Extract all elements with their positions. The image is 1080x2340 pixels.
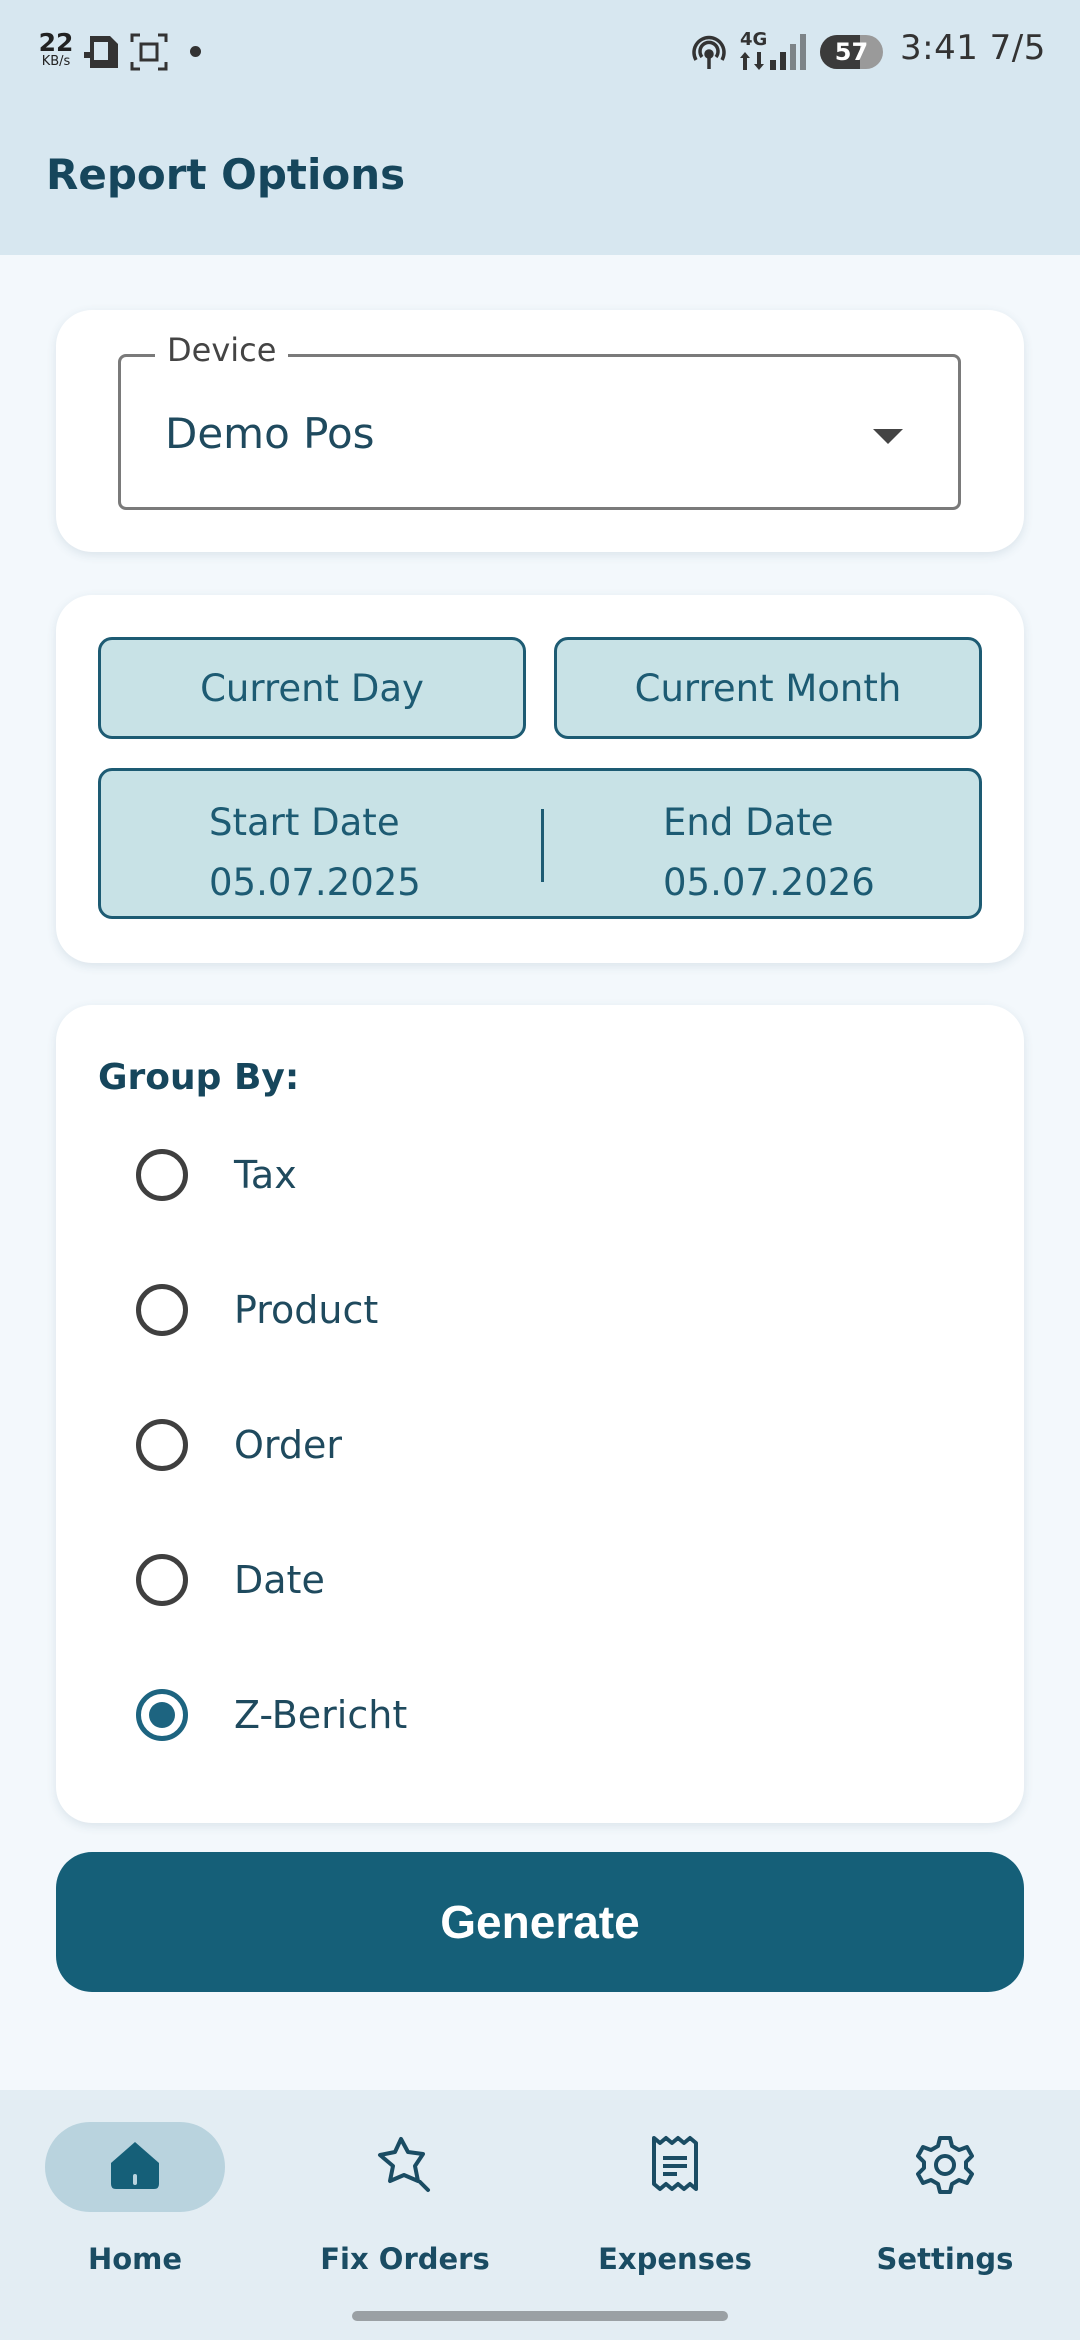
app-root: 22 KB/s 4G 57 3:41 7/5 Report Options De… — [0, 0, 1080, 2340]
radio-label: Product — [234, 1288, 379, 1332]
receipt-icon — [646, 2134, 704, 2200]
radio-button[interactable] — [136, 1419, 188, 1471]
nav-label-expenses: Expenses — [598, 2242, 752, 2276]
radio-label: Tax — [234, 1153, 297, 1197]
group-by-card: Group By: Tax Product Order Date Z-Beric… — [56, 1005, 1024, 1823]
gesture-home-bar[interactable] — [352, 2311, 728, 2321]
group-option-date[interactable]: Date — [136, 1530, 325, 1630]
device-field-label: Device — [155, 331, 289, 369]
page-title: Report Options — [46, 150, 406, 199]
battery-level: 57 — [834, 38, 869, 66]
radio-label: Order — [234, 1423, 342, 1467]
top-app-bar: 22 KB/s 4G 57 3:41 7/5 Report Options — [0, 0, 1080, 255]
gear-icon — [914, 2134, 976, 2200]
date-range-picker[interactable]: Start Date 05.07.2025 End Date 05.07.202… — [98, 768, 982, 919]
status-time: 3:41 7/5 — [900, 28, 1046, 68]
start-date-value: 05.07.2025 — [209, 861, 421, 904]
nav-item-fix-orders[interactable]: Fix Orders — [295, 2122, 515, 2276]
status-date: 7/5 — [989, 28, 1046, 68]
end-date: End Date 05.07.2026 — [663, 793, 875, 913]
hotspot-icon — [690, 32, 728, 76]
nav-label-fix-orders: Fix Orders — [320, 2242, 490, 2276]
device-selected-value: Demo Pos — [165, 409, 375, 458]
battery-icon: 57 — [820, 35, 883, 69]
nav-item-expenses[interactable]: Expenses — [565, 2122, 785, 2276]
bottom-navigation: Home Fix Orders Expenses Settings — [0, 2090, 1080, 2340]
nav-label-settings: Settings — [876, 2242, 1014, 2276]
radio-button[interactable] — [136, 1149, 188, 1201]
current-day-button[interactable]: Current Day — [98, 637, 526, 739]
start-date: Start Date 05.07.2025 — [209, 793, 421, 913]
radio-button[interactable] — [136, 1284, 188, 1336]
radio-button-selected[interactable] — [136, 1689, 188, 1741]
network-type-label: 4G — [740, 29, 768, 50]
home-icon — [106, 2136, 164, 2198]
device-card: Device Demo Pos — [56, 310, 1024, 552]
status-clock: 3:41 — [900, 28, 979, 68]
group-option-z-bericht[interactable]: Z-Bericht — [136, 1665, 407, 1765]
network-speed-unit: KB/s — [41, 54, 71, 69]
start-date-label: Start Date — [209, 801, 400, 844]
dropdown-arrow-icon — [873, 429, 903, 444]
status-bar: 22 KB/s 4G 57 3:41 7/5 — [0, 0, 1080, 100]
data-arrows-icon — [740, 52, 764, 74]
signal-strength-icon — [770, 34, 810, 74]
radio-button[interactable] — [136, 1554, 188, 1606]
end-date-value: 05.07.2026 — [663, 861, 875, 904]
group-by-title: Group By: — [98, 1057, 300, 1098]
date-divider — [541, 809, 544, 882]
device-dropdown[interactable]: Device Demo Pos — [118, 331, 961, 510]
end-date-label: End Date — [663, 801, 834, 844]
star-badge-icon — [374, 2134, 436, 2200]
radio-label: Z-Bericht — [234, 1693, 408, 1737]
date-range-card: Current Day Current Month Start Date 05.… — [56, 595, 1024, 963]
nav-label-home: Home — [87, 2242, 183, 2276]
screenshot-icon — [130, 32, 168, 76]
group-option-order[interactable]: Order — [136, 1395, 342, 1495]
nav-item-home[interactable]: Home — [45, 2122, 225, 2276]
group-option-tax[interactable]: Tax — [136, 1125, 297, 1225]
network-speed-value: 22 — [38, 28, 74, 57]
generate-button[interactable]: Generate — [56, 1852, 1024, 1992]
radio-label: Date — [234, 1558, 325, 1602]
current-month-button[interactable]: Current Month — [554, 637, 982, 739]
sim-card-icon — [84, 32, 122, 76]
nav-item-settings[interactable]: Settings — [835, 2122, 1055, 2276]
network-speed: 22 KB/s — [36, 30, 76, 69]
notification-dot-icon — [190, 46, 201, 57]
group-option-product[interactable]: Product — [136, 1260, 378, 1360]
